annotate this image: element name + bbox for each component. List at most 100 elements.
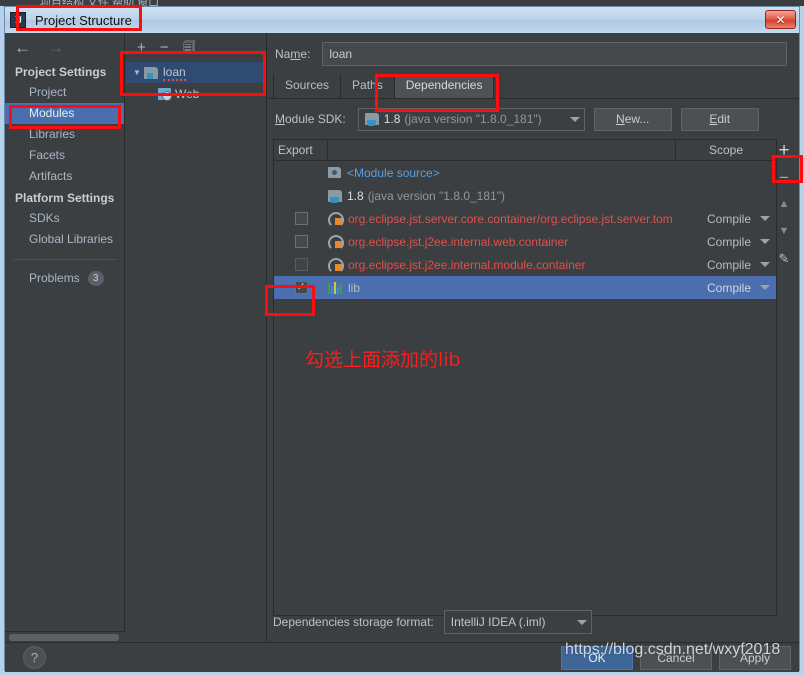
storage-format-label: Dependencies storage format:	[273, 615, 434, 629]
storage-format-value: IntelliJ IDEA (.iml)	[450, 615, 546, 629]
chevron-down-icon[interactable]	[576, 619, 587, 625]
remove-dependency-icon[interactable]: −	[773, 168, 795, 186]
scope-value: Compile	[706, 280, 751, 295]
remove-module-icon[interactable]: −	[160, 40, 169, 55]
add-dependency-icon[interactable]: +	[773, 141, 795, 160]
dependency-name: <Module source>	[347, 165, 440, 180]
copy-module-icon[interactable]: 🗐	[183, 41, 196, 54]
export-checkbox[interactable]: ✓	[294, 281, 308, 294]
edit-sdk-button[interactable]: Edit	[680, 107, 759, 131]
nav-group-platform-settings: Platform Settings	[15, 191, 115, 205]
table-row[interactable]: ✓ lib Compile	[274, 276, 776, 299]
move-down-icon[interactable]: ▼	[773, 222, 795, 240]
tab-dependencies[interactable]: Dependencies	[394, 74, 495, 98]
sdk-version: 1.8	[383, 112, 401, 126]
table-row[interactable]: org.eclipse.jst.j2ee.internal.web.contai…	[274, 230, 776, 253]
dependency-name: org.eclipse.jst.j2ee.internal.web.contai…	[348, 234, 569, 249]
table-row[interactable]: org.eclipse.jst.server.core.container/or…	[274, 207, 776, 230]
module-sdk-combo[interactable]: 1.8 (java version "1.8.0_181")	[357, 107, 585, 131]
export-cell[interactable]	[274, 212, 328, 225]
tree-node-loan[interactable]: ▼ loan	[126, 62, 266, 83]
chevron-down-icon[interactable]	[760, 262, 770, 267]
dependency-name-cell: lib	[328, 281, 676, 295]
add-module-icon[interactable]: +	[137, 40, 146, 55]
dependency-name-cell: org.eclipse.jst.server.core.container/or…	[328, 212, 676, 226]
scope-cell[interactable]: Compile	[676, 281, 776, 295]
module-name-input[interactable]	[322, 42, 787, 66]
chevron-down-icon[interactable]: ▼	[130, 68, 144, 77]
export-cell[interactable]: ✓	[274, 281, 328, 294]
sdk-icon	[328, 189, 342, 203]
scope-value: Compile	[706, 257, 751, 272]
sidebar-item-global-libraries[interactable]: Global Libraries	[5, 229, 124, 250]
scope-value: Compile	[706, 234, 751, 249]
module-tabs: Sources Paths Dependencies	[268, 74, 799, 99]
chevron-down-icon[interactable]	[760, 216, 770, 221]
edit-dependency-icon[interactable]: ✎	[773, 249, 795, 267]
column-header-export[interactable]: Export	[274, 140, 328, 160]
chevron-down-icon[interactable]	[760, 285, 770, 290]
sidebar-item-problems[interactable]: Problems 3	[5, 268, 124, 289]
dependency-name-cell: <Module source>	[328, 166, 676, 180]
dependencies-storage-row: Dependencies storage format: IntelliJ ID…	[273, 610, 592, 634]
annotation-note: 勾选上面添加的lib	[305, 349, 461, 371]
table-row[interactable]: org.eclipse.jst.j2ee.internal.module.con…	[274, 253, 776, 276]
container-icon	[328, 212, 344, 226]
sidebar-item-artifacts[interactable]: Artifacts	[5, 166, 124, 187]
watermark-text: https://blog.csdn.net/wxyf2018	[565, 641, 781, 658]
scope-cell[interactable]: Compile	[676, 212, 776, 226]
window-title: Project Structure	[35, 12, 132, 28]
export-checkbox[interactable]	[294, 235, 308, 248]
tab-paths[interactable]: Paths	[341, 74, 395, 98]
table-row[interactable]: <Module source>	[274, 161, 776, 184]
screenshot-root: 项目结构 文件 帮助 窗口 IJ Project Structure ✕ ← →…	[0, 0, 804, 675]
tab-sources[interactable]: Sources	[273, 74, 342, 98]
container-icon	[328, 235, 344, 249]
export-cell[interactable]	[274, 235, 328, 248]
arrow-right-icon[interactable]: →	[47, 39, 64, 56]
column-header-scope[interactable]: Scope	[676, 140, 776, 160]
column-header-name[interactable]	[328, 140, 676, 160]
help-button[interactable]: ?	[23, 646, 46, 669]
sidebar-item-sdks[interactable]: SDKs	[5, 208, 124, 229]
dependencies-toolbar: + − ▲ ▼ ✎	[771, 139, 797, 309]
dependencies-table: Export Scope <Module source> 1.8 (java v…	[273, 139, 777, 616]
intellij-idea-icon: IJ	[10, 12, 26, 28]
nav-history-controls: ← →	[5, 33, 124, 61]
module-icon	[144, 66, 158, 79]
chevron-down-icon[interactable]	[569, 116, 580, 122]
export-checkbox[interactable]	[294, 258, 308, 271]
arrow-left-icon[interactable]: ←	[14, 39, 31, 56]
settings-sidebar: ← → Project Settings Project Modules Lib…	[5, 33, 125, 642]
module-name-row: Name:	[268, 33, 799, 75]
tree-node-web[interactable]: Web	[126, 83, 266, 104]
sidebar-item-facets[interactable]: Facets	[5, 145, 124, 166]
scope-cell[interactable]: Compile	[676, 235, 776, 249]
sidebar-item-libraries[interactable]: Libraries	[5, 124, 124, 145]
sdk-icon	[364, 113, 379, 126]
export-checkbox[interactable]	[294, 212, 308, 225]
module-sdk-label: Module SDK:	[275, 112, 346, 126]
sidebar-horizontal-scrollbar[interactable]	[5, 631, 125, 642]
scope-cell[interactable]: Compile	[676, 258, 776, 272]
sidebar-item-project[interactable]: Project	[5, 82, 124, 103]
export-cell[interactable]	[274, 258, 328, 271]
web-facet-icon	[158, 87, 172, 101]
title-bar: IJ Project Structure ✕	[5, 7, 799, 33]
storage-format-combo[interactable]: IntelliJ IDEA (.iml)	[443, 610, 592, 634]
nav-group-project-settings: Project Settings	[15, 65, 107, 79]
new-sdk-button[interactable]: New...	[593, 107, 672, 131]
dependency-name: lib	[348, 280, 361, 295]
scrollbar-thumb[interactable]	[9, 634, 119, 641]
chevron-down-icon[interactable]	[760, 239, 770, 244]
table-row[interactable]: 1.8 (java version "1.8.0_181")	[274, 184, 776, 207]
sidebar-item-modules[interactable]: Modules	[5, 103, 124, 124]
module-name-label: Name:	[275, 47, 311, 61]
module-tree-toolbar: + − 🗐	[126, 33, 266, 61]
project-structure-dialog: IJ Project Structure ✕ ← → Project Setti…	[4, 6, 800, 672]
sidebar-divider	[13, 259, 116, 260]
dependency-name: org.eclipse.jst.server.core.container/or…	[348, 211, 673, 226]
close-icon[interactable]: ✕	[765, 10, 796, 29]
module-sdk-row: Module SDK: 1.8 (java version "1.8.0_181…	[268, 99, 799, 139]
move-up-icon[interactable]: ▲	[773, 195, 795, 213]
